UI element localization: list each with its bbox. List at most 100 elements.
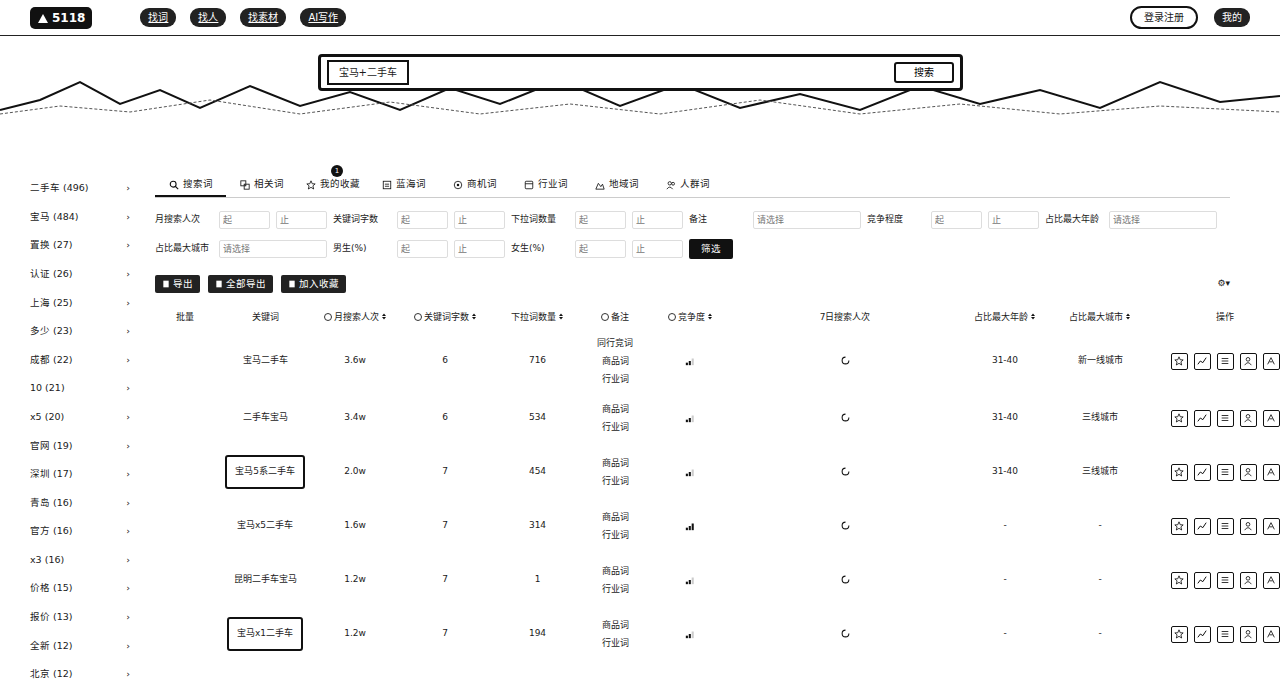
sidebar-item[interactable]: 认证 (26)›	[30, 260, 130, 289]
table-row[interactable]: 宝马5系二手车2.0w7454商品词行业词31-40三线城市	[155, 445, 1280, 499]
search-query[interactable]: 宝马+二手车	[327, 60, 409, 85]
user-button[interactable]	[1240, 464, 1257, 481]
table-row[interactable]: 宝马x1二手车1.2w7194商品词行业词--	[155, 607, 1280, 661]
sidebar-item[interactable]: 10 (21)›	[30, 374, 130, 403]
trend-button[interactable]	[1194, 626, 1211, 643]
keyword[interactable]: 宝马x1二手车	[227, 617, 303, 651]
sidebar-item[interactable]: 官网 (19)›	[30, 431, 130, 460]
table-row[interactable]: 宝马x5二手车1.6w7314商品词行业词--	[155, 499, 1280, 553]
table-row[interactable]: 宝马二手车3.6w6716同行竞词商品词行业词31-40新一线城市	[155, 331, 1280, 391]
mine-button[interactable]: 我的	[1214, 8, 1250, 27]
logo[interactable]: 5118	[30, 7, 92, 29]
range-to-input[interactable]	[454, 240, 505, 258]
select-input[interactable]	[219, 240, 327, 258]
trend-button[interactable]	[1194, 410, 1211, 427]
analysis-button[interactable]	[1263, 464, 1280, 481]
action-button[interactable]: 加入收藏	[281, 275, 346, 293]
tab[interactable]: 相关词	[226, 174, 297, 197]
range-from-input[interactable]	[575, 211, 626, 229]
nav-item[interactable]: 找人	[190, 8, 226, 27]
nav-item[interactable]: AI写作	[300, 8, 346, 27]
table-row[interactable]: 二手车宝马3.4w6534商品词行业词31-40三线城市	[155, 391, 1280, 445]
favorite-button[interactable]	[1171, 626, 1188, 643]
range-from-input[interactable]	[575, 240, 626, 258]
user-button[interactable]	[1240, 572, 1257, 589]
keyword[interactable]: 宝马x5二手车	[227, 509, 303, 543]
range-to-input[interactable]	[454, 211, 505, 229]
trend-button[interactable]	[1194, 518, 1211, 535]
search-button[interactable]: 搜索	[894, 62, 954, 83]
sidebar-item[interactable]: 二手车 (496)›	[30, 174, 130, 203]
user-button[interactable]	[1240, 410, 1257, 427]
analysis-button[interactable]	[1263, 410, 1280, 427]
sidebar-item[interactable]: 官方 (16)›	[30, 517, 130, 546]
favorite-button[interactable]	[1171, 518, 1188, 535]
keyword[interactable]: 宝马5系二手车	[225, 455, 305, 489]
keyword[interactable]: 昆明二手车宝马	[224, 563, 307, 597]
analysis-button[interactable]	[1263, 353, 1280, 370]
column-header[interactable]: 竞争度	[650, 305, 730, 331]
table-row[interactable]: 昆明二手车宝马1.2w71商品词行业词--	[155, 553, 1280, 607]
analysis-button[interactable]	[1263, 626, 1280, 643]
tab[interactable]: 蓝海词	[368, 174, 439, 197]
list-button[interactable]	[1217, 572, 1234, 589]
sidebar-item[interactable]: 多少 (23)›	[30, 317, 130, 346]
favorite-button[interactable]	[1171, 572, 1188, 589]
range-from-input[interactable]	[219, 211, 270, 229]
sidebar-item[interactable]: 置换 (27)›	[30, 231, 130, 260]
filter-button[interactable]: 筛选	[689, 239, 733, 259]
sidebar-item[interactable]: 青岛 (16)›	[30, 489, 130, 518]
column-header[interactable]: 月搜索人次	[315, 305, 395, 331]
range-to-input[interactable]	[632, 240, 683, 258]
sidebar-item[interactable]: 全新 (12)›	[30, 632, 130, 661]
sidebar-item[interactable]: 上海 (25)›	[30, 288, 130, 317]
action-button[interactable]: 导出	[155, 275, 200, 293]
nav-item[interactable]: 找词	[140, 8, 176, 27]
keyword[interactable]: 宝马二手车	[233, 344, 298, 378]
trend-button[interactable]	[1194, 353, 1211, 370]
tab[interactable]: 搜索词	[155, 174, 226, 197]
column-header[interactable]: 占比最大年龄	[960, 305, 1050, 331]
user-button[interactable]	[1240, 626, 1257, 643]
user-button[interactable]	[1240, 353, 1257, 370]
list-button[interactable]	[1217, 518, 1234, 535]
tab[interactable]: 行业词	[510, 174, 581, 197]
keyword[interactable]: 二手车宝马	[233, 401, 298, 435]
settings-icon[interactable]: ⚙▾	[1217, 277, 1230, 291]
select-input[interactable]	[1109, 211, 1217, 229]
trend-button[interactable]	[1194, 572, 1211, 589]
favorite-button[interactable]	[1171, 410, 1188, 427]
list-button[interactable]	[1217, 464, 1234, 481]
sidebar-item[interactable]: 价格 (15)›	[30, 574, 130, 603]
nav-item[interactable]: 找素材	[240, 8, 286, 27]
action-button[interactable]: 全部导出	[208, 275, 273, 293]
column-header[interactable]: 占比最大城市	[1050, 305, 1150, 331]
analysis-button[interactable]	[1263, 572, 1280, 589]
search-box[interactable]: 宝马+二手车 搜索	[318, 54, 963, 91]
tab[interactable]: 人群词	[652, 174, 723, 197]
sidebar-item[interactable]: 报价 (13)›	[30, 603, 130, 632]
column-header[interactable]: 下拉词数量	[495, 305, 580, 331]
user-button[interactable]	[1240, 518, 1257, 535]
range-from-input[interactable]	[397, 211, 448, 229]
sidebar-item[interactable]: 成都 (22)›	[30, 346, 130, 375]
list-button[interactable]	[1217, 626, 1234, 643]
list-button[interactable]	[1217, 353, 1234, 370]
favorite-button[interactable]	[1171, 353, 1188, 370]
favorite-button[interactable]	[1171, 464, 1188, 481]
tab[interactable]: 商机词	[439, 174, 510, 197]
sidebar-item[interactable]: 深圳 (17)›	[30, 460, 130, 489]
analysis-button[interactable]	[1263, 518, 1280, 535]
sidebar-item[interactable]: x5 (20)›	[30, 403, 130, 432]
range-to-input[interactable]	[276, 211, 327, 229]
range-to-input[interactable]	[988, 211, 1039, 229]
range-to-input[interactable]	[632, 211, 683, 229]
range-from-input[interactable]	[397, 240, 448, 258]
trend-button[interactable]	[1194, 464, 1211, 481]
sidebar-item[interactable]: x3 (16)›	[30, 546, 130, 575]
list-button[interactable]	[1217, 410, 1234, 427]
sidebar-item[interactable]: 北京 (12)›	[30, 660, 130, 689]
column-header[interactable]: 关键词字数	[395, 305, 495, 331]
sidebar-item[interactable]: 宝马 (484)›	[30, 203, 130, 232]
login-button[interactable]: 登录注册	[1130, 6, 1198, 29]
